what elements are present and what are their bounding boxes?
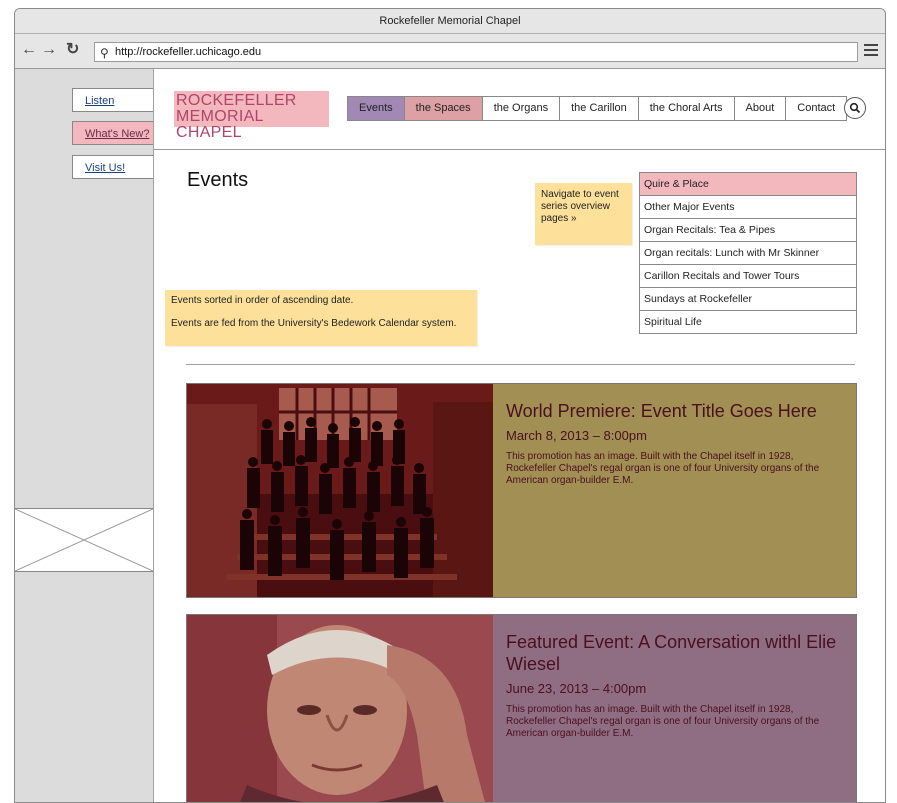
promo-title[interactable]: World Premiere: Event Title Goes Here bbox=[506, 400, 846, 422]
url-text: http://rockefeller.uchicago.edu bbox=[115, 46, 262, 58]
site-search-button[interactable] bbox=[844, 97, 866, 119]
sidebar-link-listen[interactable]: Listen bbox=[72, 88, 153, 112]
nav-events[interactable]: Events bbox=[348, 97, 404, 120]
sidebar-link-label: Visit Us! bbox=[85, 162, 126, 174]
note-line: Events sorted in order of ascending date… bbox=[171, 295, 354, 306]
nav-contact[interactable]: Contact bbox=[785, 97, 847, 120]
image-placeholder bbox=[15, 508, 154, 572]
event-series-list: Quire & Place Other Major Events Organ R… bbox=[639, 172, 857, 334]
search-icon bbox=[849, 102, 861, 114]
sidebar: Listen What's New? Visit Us! bbox=[15, 69, 154, 802]
logo-line-2: MEMORIAL CHAPEL bbox=[176, 108, 264, 141]
logo-line-1: ROCKEFELLER bbox=[176, 92, 297, 109]
back-icon[interactable]: ← bbox=[21, 42, 37, 58]
promo-date: March 8, 2013 – 8:00pm bbox=[506, 428, 647, 443]
promo-text: World Premiere: Event Title Goes Here Ma… bbox=[506, 400, 846, 487]
reload-icon[interactable]: ↻ bbox=[66, 42, 79, 58]
nav-the-spaces[interactable]: the Spaces bbox=[403, 97, 482, 120]
series-item-tea-pipes[interactable]: Organ Recitals: Tea & Pipes bbox=[640, 218, 856, 241]
promo-text: Featured Event: A Conversation withl Eli… bbox=[506, 631, 846, 740]
series-item-sundays[interactable]: Sundays at Rockefeller bbox=[640, 287, 856, 310]
promo-image-choir[interactable] bbox=[187, 384, 493, 597]
nav-the-organs[interactable]: the Organs bbox=[481, 97, 560, 120]
forward-icon[interactable]: → bbox=[41, 42, 57, 58]
nav-about[interactable]: About bbox=[733, 97, 786, 120]
url-bar[interactable]: ⚲ http://rockefeller.uchicago.edu bbox=[94, 42, 858, 62]
series-item-spiritual-life[interactable]: Spiritual Life bbox=[640, 310, 856, 333]
event-promo[interactable]: World Premiere: Event Title Goes Here Ma… bbox=[186, 383, 857, 598]
window-title: Rockefeller Memorial Chapel bbox=[15, 9, 885, 34]
placeholder-cross-icon bbox=[15, 508, 154, 572]
menu-icon[interactable] bbox=[864, 44, 878, 58]
main-nav: Events the Spaces the Organs the Carillo… bbox=[347, 96, 848, 121]
site-logo[interactable]: ROCKEFELLER MEMORIAL CHAPEL bbox=[174, 91, 329, 141]
nav-the-carillon[interactable]: the Carillon bbox=[559, 97, 638, 120]
series-item-lunch-mr-skinner[interactable]: Organ recitals: Lunch with Mr Skinner bbox=[640, 241, 856, 264]
sidebar-link-label: What's New? bbox=[85, 128, 150, 140]
promo-date: June 23, 2013 – 4:00pm bbox=[506, 681, 647, 696]
choir-photo bbox=[187, 384, 493, 597]
note-line: Events are fed from the University's Bed… bbox=[171, 318, 457, 329]
nav-the-choral-arts[interactable]: the Choral Arts bbox=[637, 97, 734, 120]
annotation-note-sorting: Events sorted in order of ascending date… bbox=[165, 290, 477, 346]
series-item-carillon-recitals[interactable]: Carillon Recitals and Tower Tours bbox=[640, 264, 856, 287]
portrait-photo bbox=[187, 615, 493, 802]
series-item-quire-place[interactable]: Quire & Place bbox=[640, 173, 856, 195]
event-promo[interactable]: Featured Event: A Conversation withl Eli… bbox=[186, 614, 857, 802]
sidebar-link-label: Listen bbox=[85, 95, 115, 107]
annotation-note-navigation: Navigate to event series overview pages … bbox=[535, 183, 632, 245]
browser-window: Rockefeller Memorial Chapel ← → ↻ ⚲ http… bbox=[14, 8, 886, 803]
promo-description: This promotion has an image. Built with … bbox=[506, 451, 820, 486]
promo-description: This promotion has an image. Built with … bbox=[506, 704, 820, 739]
promo-title[interactable]: Featured Event: A Conversation withl Eli… bbox=[506, 631, 846, 675]
sidebar-link-visit-us[interactable]: Visit Us! bbox=[72, 155, 153, 179]
sidebar-link-whats-new[interactable]: What's New? bbox=[72, 121, 153, 145]
promo-image-portrait[interactable] bbox=[187, 615, 493, 802]
header-divider bbox=[154, 149, 885, 150]
series-item-other-major-events[interactable]: Other Major Events bbox=[640, 195, 856, 218]
search-icon: ⚲ bbox=[100, 46, 109, 60]
page-title: Events bbox=[187, 169, 249, 191]
browser-toolbar: ← → ↻ ⚲ http://rockefeller.uchicago.edu bbox=[15, 34, 885, 69]
content-divider bbox=[186, 364, 855, 365]
